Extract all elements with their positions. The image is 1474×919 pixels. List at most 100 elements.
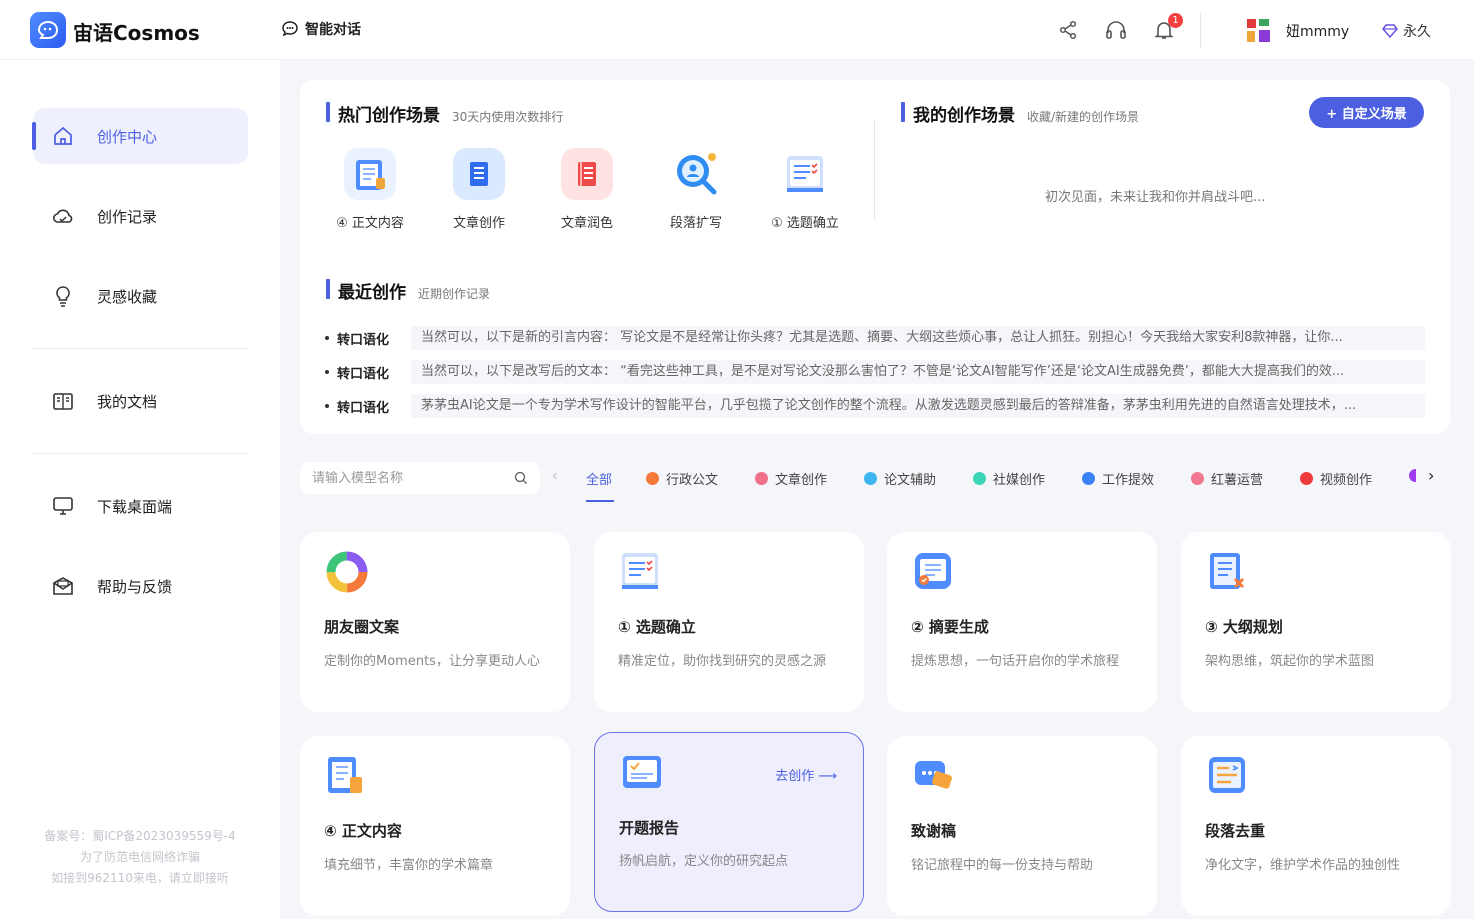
cosmos-logo-icon [37,20,59,39]
recent-item[interactable]: 转口语化 茅茅虫AI论文是一个专为学术写作设计的智能平台，几乎包揽了论文创作的整… [325,394,1425,418]
category-tab-all[interactable]: 全部 [586,469,615,502]
username[interactable]: 妞mmmy [1286,21,1349,41]
chat-card-icon [915,761,952,789]
sidebar-item-label: 创作记录 [97,207,158,226]
home-icon [51,124,75,148]
category-label: 社媒创作 [993,473,1046,488]
recent-item-text: 当然可以，以下是新的引言内容： 写论文是不是经常让你头疼？尤其是选题、摘要、大纲… [411,326,1425,350]
scene-card[interactable]: 朋友圈文案 定制你的Moments，让分享更动人心 [300,532,570,712]
scene-card[interactable]: 致谢稿 铭记旅程中的每一份支持与帮助 [887,736,1157,916]
sidebar-item-label: 灵感收藏 [97,287,158,306]
my-scenes-empty-hint: 初次见面，未来让我和你并肩战斗吧... [1045,190,1266,205]
custom-scene-button[interactable]: + 自定义场景 [1309,97,1424,128]
recent-subtitle: 近期创作记录 [418,287,491,301]
card-description: 扬帆启航，定义你的研究起点 [619,854,789,869]
card-title: ④ 正文内容 [324,822,402,840]
fraud-warning: 为了防范电信网络诈骗 [79,850,200,864]
category-tab[interactable]: 社媒创作 [973,469,1045,488]
sidebar-item-inspiration[interactable]: 灵感收藏 [33,268,248,324]
headphones-icon [1106,21,1126,39]
sidebar-item-records[interactable]: 创作记录 [33,188,248,244]
checklist-icon [622,553,658,589]
top-header: 宙语Cosmos 智能对话 1 妞mmmy 永久 [0,0,1474,60]
recent-item-text: 茅茅虫AI论文是一个专为学术写作设计的智能平台，几乎包揽了论文创作的整个流程。从… [411,394,1425,418]
hot-scene-item[interactable]: ④ 正文内容 [325,148,415,231]
recent-item[interactable]: 转口语化 当然可以，以下是新的引言内容： 写论文是不是经常让你头疼？尤其是选题、… [325,326,1425,350]
recent-item-text: 当然可以，以下是改写后的文本： “看完这些神工具，是不是对写论文没那么害怕了？不… [411,360,1425,384]
category-tab[interactable]: 红薯运营 [1191,469,1263,488]
hot-scenes-header: 热门创作场景 30天内使用次数排行 [326,101,563,126]
dedupe-icon [1209,757,1245,793]
card-title: 段落去重 [1205,822,1266,840]
card-description: 填充细节，丰富你的学术篇章 [324,858,494,873]
sidebar-divider [33,453,248,454]
category-label: 视频创作 [1320,473,1373,488]
scene-card[interactable]: ③ 大纲规划 架构思维，筑起你的学术蓝图 [1181,532,1451,712]
vip-status[interactable]: 永久 [1382,21,1431,41]
scene-card-hovered[interactable]: 去创作 ⟶ 开题报告 扬帆启航，定义你的研究起点 [594,732,864,912]
scene-label: 段落扩写 [669,216,722,231]
hot-scene-item[interactable]: 文章润色 [542,148,632,231]
scene-label: ④ 正文内容 [336,216,404,231]
search-icon[interactable] [514,471,528,485]
category-tab[interactable]: 视频创作 [1300,469,1372,488]
report-icon [623,756,661,788]
category-tab[interactable]: 行政公文 [646,469,718,488]
hot-scene-item[interactable]: 文章创作 [434,148,524,231]
category-dot [646,472,659,485]
sidebar-item-help[interactable]: 帮助与反馈 [33,558,248,614]
scene-card[interactable]: ① 选题确立 精准定位，助你找到研究的灵感之源 [594,532,864,712]
category-tab[interactable]: 论文辅助 [864,469,936,488]
scene-card[interactable]: 段落去重 净化文字，维护学术作品的独创性 [1181,736,1451,916]
brand-logo[interactable] [30,12,66,48]
scene-label: 文章创作 [452,216,505,231]
category-tab[interactable]: 工作提效 [1082,469,1154,488]
scene-card[interactable]: ④ 正文内容 填充细节，丰富你的学术篇章 [300,736,570,916]
support-button[interactable] [1105,19,1127,41]
bullet [325,370,329,374]
sidebar-item-documents[interactable]: 我的文档 [33,373,248,429]
hot-scene-item[interactable]: 段落扩写 [651,148,741,231]
category-tab[interactable]: 文章创作 [755,469,827,488]
card-description: 提炼思想，一句话开启你的学术旅程 [911,654,1120,669]
cloud-icon [51,204,75,228]
sidebar-item-label: 下载桌面端 [97,497,173,516]
sidebar: 创作中心 创作记录 灵感收藏 我的文档 下载桌面端 帮助与反馈 备案号：蜀ICP… [0,60,280,919]
go-create-link[interactable]: 去创作 ⟶ [775,765,837,784]
hot-scene-item[interactable]: ① 选题确立 [760,148,850,231]
model-search [300,462,540,494]
category-dot [1300,472,1313,485]
icp-record[interactable]: 备案号：蜀ICP备2023039559号-4 [0,826,280,847]
scene-card[interactable]: ② 摘要生成 提炼思想，一句话开启你的学术旅程 [887,532,1157,712]
sidebar-item-download[interactable]: 下载桌面端 [33,478,248,534]
brand-name[interactable]: 宙语Cosmos [73,17,200,46]
section-bar [901,102,905,122]
category-tab-overflow[interactable] [1409,469,1416,482]
chevron-right-icon[interactable]: › [1428,466,1434,485]
card-title: 开题报告 [619,819,680,837]
category-dot [864,472,877,485]
notebook-icon [453,148,505,200]
notification-button[interactable]: 1 [1153,13,1183,41]
book-icon [51,389,75,413]
header-divider [1200,12,1201,48]
recent-header: 最近创作 近期创作记录 [326,278,491,303]
category-dot [973,472,986,485]
avatar[interactable] [1244,16,1274,46]
clipboard-icon [328,757,362,793]
smart-chat-link[interactable]: 智能对话 [281,19,361,39]
checklist-icon [779,148,831,200]
hot-scenes-title: 热门创作场景 [338,106,440,126]
sidebar-item-create-center[interactable]: 创作中心 [32,108,248,164]
card-title: 致谢稿 [911,822,957,840]
sidebar-item-label: 创作中心 [97,127,158,146]
category-label: 全部 [586,473,613,488]
category-dot [1191,472,1204,485]
sidebar-divider [33,348,248,349]
card-description: 净化文字，维护学术作品的独创性 [1205,858,1401,873]
recent-item[interactable]: 转口语化 当然可以，以下是改写后的文本： “看完这些神工具，是不是对写论文没那么… [325,360,1425,384]
chevron-left-icon[interactable]: ‹ [552,468,558,484]
share-button[interactable] [1057,19,1079,41]
model-search-input[interactable] [312,470,492,486]
card-title: ① 选题确立 [618,618,696,636]
